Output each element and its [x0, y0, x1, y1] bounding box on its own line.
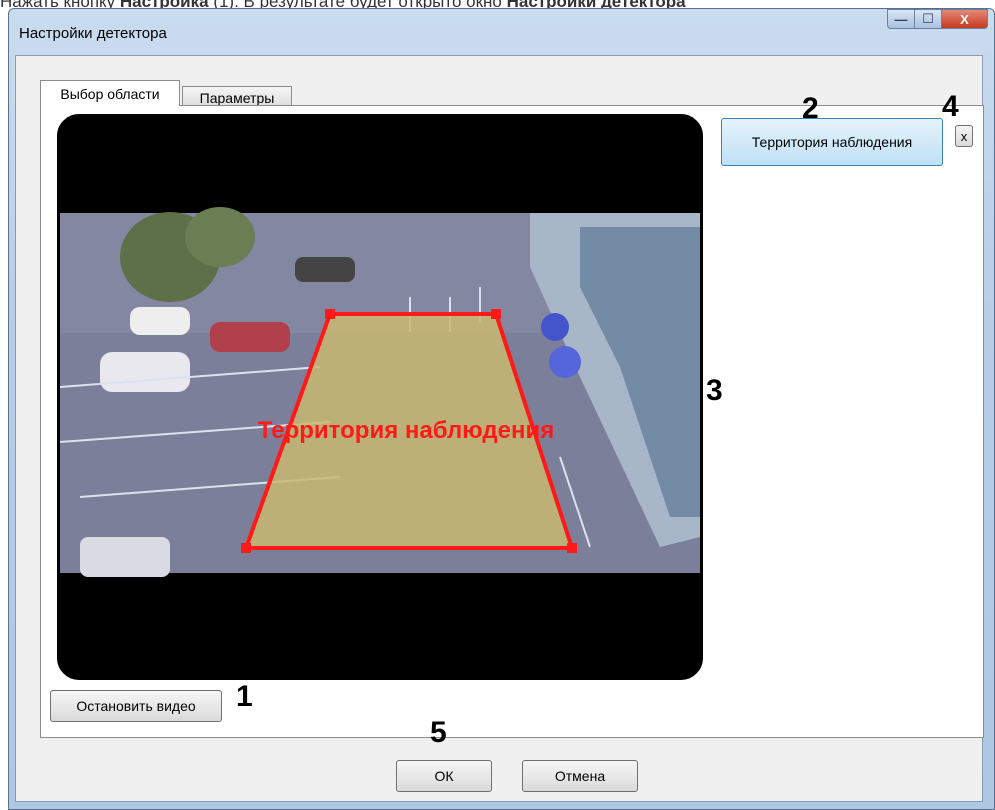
car	[80, 537, 170, 577]
maximize-icon: ☐	[922, 11, 934, 26]
close-icon: X	[960, 11, 969, 27]
zone-vertex-handle[interactable]	[491, 309, 501, 319]
callout-1: 1	[236, 680, 253, 713]
callout-4: 4	[942, 90, 959, 123]
zone-vertex-handle[interactable]	[325, 309, 335, 319]
window-title: Настройки детектора	[19, 25, 167, 42]
minimize-button[interactable]: —	[887, 9, 915, 29]
car	[295, 257, 355, 282]
video-preview[interactable]: Территория наблюдения	[57, 114, 703, 680]
video-canvas[interactable]: Территория наблюдения	[60, 117, 700, 677]
cancel-button[interactable]: Отмена	[522, 760, 638, 792]
stop-video-button[interactable]: Остановить видео	[50, 690, 222, 722]
maximize-button[interactable]: ☐	[915, 9, 942, 29]
close-button[interactable]: X	[942, 9, 988, 29]
zone-vertex-handle[interactable]	[567, 543, 577, 553]
patio	[541, 313, 569, 341]
dialog-client-area: Выбор области Параметры Территория наблю…	[15, 55, 984, 802]
minimize-icon: —	[894, 11, 908, 27]
caption-buttons: — ☐ X	[887, 9, 988, 29]
area-selection-panel: Территория наблюдения Территория наблюде…	[40, 105, 984, 738]
callout-5: 5	[430, 716, 447, 749]
zone-territory-button[interactable]: Территория наблюдения	[721, 118, 943, 166]
detector-settings-window: Настройки детектора — ☐ X Выбор области …	[8, 8, 995, 810]
car	[210, 322, 290, 352]
zone-vertex-handle[interactable]	[241, 543, 251, 553]
callout-2: 2	[802, 92, 819, 125]
zone-label: Территория наблюдения	[258, 417, 554, 444]
callout-3: 3	[706, 374, 723, 407]
car	[130, 307, 190, 335]
car	[100, 352, 190, 392]
delete-zone-button[interactable]: x	[955, 125, 973, 147]
ok-button[interactable]: ОК	[396, 760, 492, 792]
tab-area-selection[interactable]: Выбор области	[40, 80, 180, 106]
